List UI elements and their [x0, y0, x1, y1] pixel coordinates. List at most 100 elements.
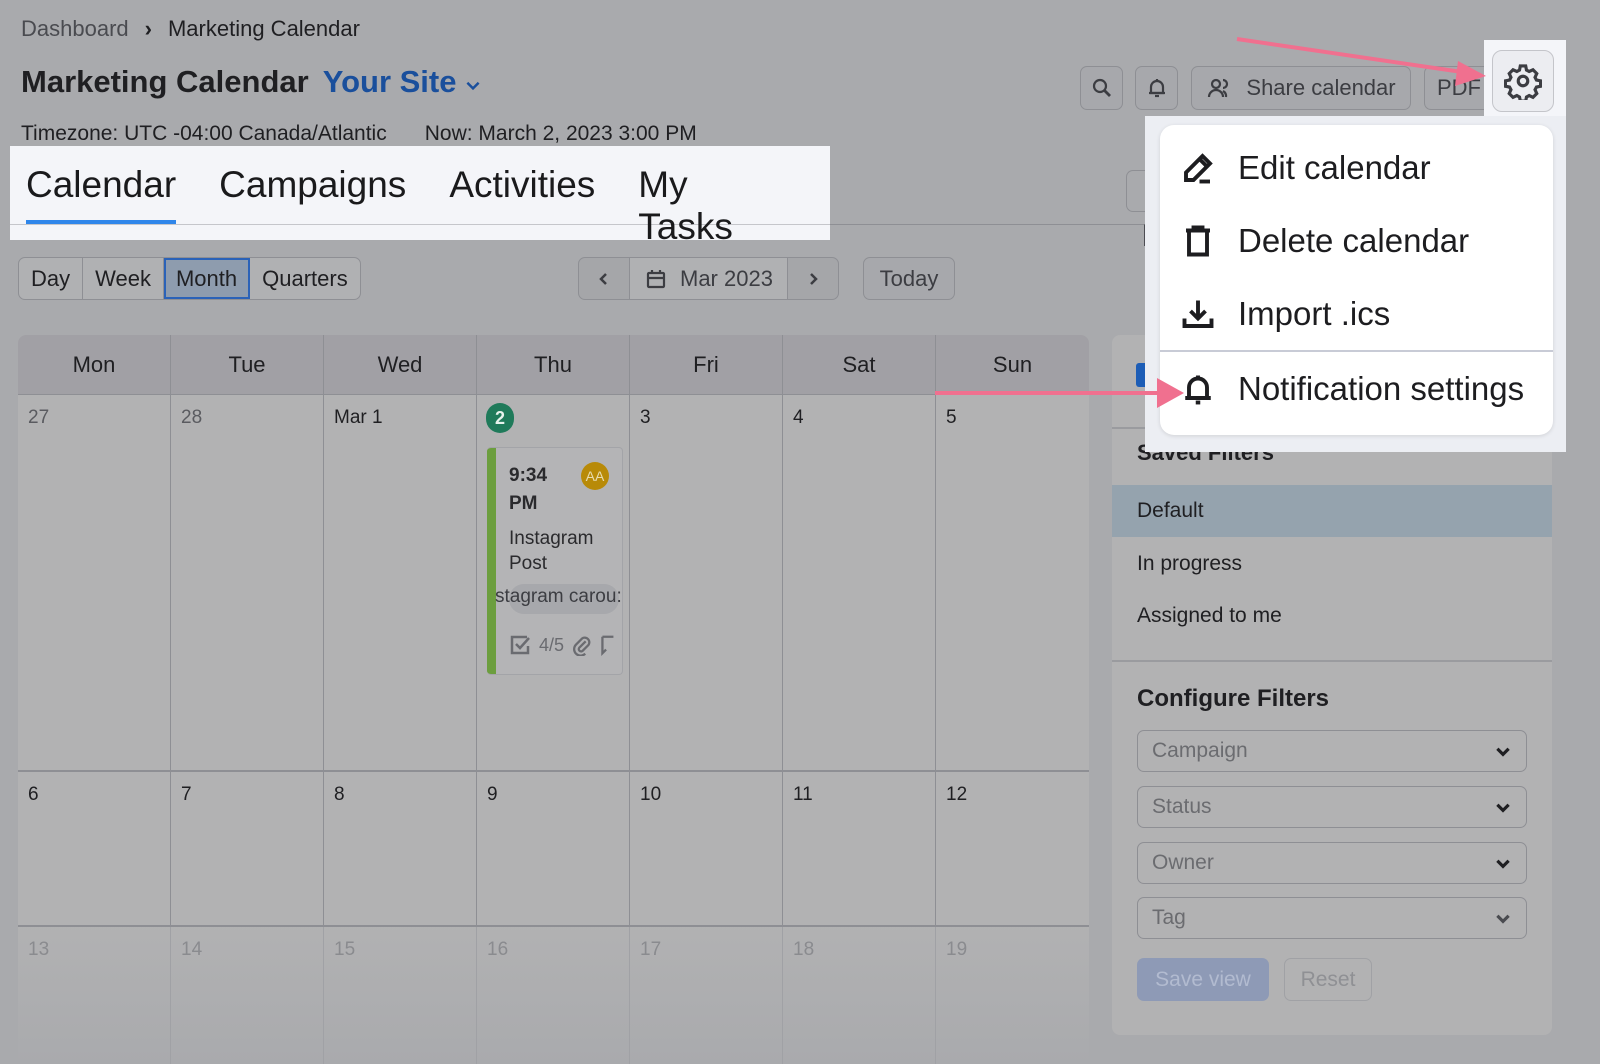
calendar-day[interactable]: 8 [324, 772, 477, 925]
notifications-button[interactable] [1135, 66, 1178, 110]
status-filter-select[interactable]: Status [1137, 786, 1527, 828]
campaign-filter-select[interactable]: Campaign [1137, 730, 1527, 772]
search-icon [1092, 78, 1111, 97]
calendar-day[interactable]: 9 [477, 772, 630, 925]
calendar-day[interactable]: 27 [18, 395, 171, 770]
weekday-fri: Fri [630, 335, 783, 394]
saved-filter-in-progress[interactable]: In progress [1112, 538, 1552, 590]
share-calendar-label: Share calendar [1246, 75, 1396, 100]
day-number: 17 [640, 939, 662, 960]
day-number: 13 [28, 939, 50, 960]
tab-calendar[interactable]: Calendar [26, 146, 177, 224]
settings-button[interactable] [1492, 50, 1554, 112]
current-month-label: Mar 2023 [680, 265, 773, 291]
now-text: Now: March 2, 2023 3:00 PM [424, 122, 697, 145]
saved-filter-assigned-to-me[interactable]: Assigned to me [1112, 590, 1552, 642]
tab-activities[interactable]: Activities [449, 146, 595, 224]
day-number: 9 [487, 784, 498, 805]
calendar-day[interactable]: 13 [18, 927, 171, 1064]
weekday-mon: Mon [18, 335, 171, 394]
calendar-day[interactable]: 17 [630, 927, 783, 1064]
site-selector-label: Your Site [322, 64, 457, 99]
today-badge: 2 [486, 403, 514, 433]
calendar-day[interactable]: 28 [171, 395, 324, 770]
menu-item-label: Delete calendar [1238, 221, 1470, 259]
title-row: Marketing Calendar Your Site [21, 64, 482, 100]
calendar-day[interactable]: 4 [783, 395, 936, 770]
view-month[interactable]: Month [163, 258, 251, 299]
download-icon [1182, 300, 1214, 328]
menu-item-delete-calendar[interactable]: Delete calendar [1160, 204, 1553, 277]
share-calendar-button[interactable]: Share calendar [1191, 66, 1411, 110]
tabs-divider [830, 224, 1150, 225]
menu-item-edit-calendar[interactable]: Edit calendar [1160, 131, 1553, 204]
tab-campaigns[interactable]: Campaigns [219, 146, 406, 224]
calendar-day[interactable]: 14 [171, 927, 324, 1064]
calendar-day[interactable]: 12 [936, 772, 1089, 925]
calendar-day[interactable]: 10 [630, 772, 783, 925]
day-number: 11 [793, 784, 813, 805]
reset-button[interactable]: Reset [1284, 958, 1372, 1001]
tag-filter-select[interactable]: Tag [1137, 897, 1527, 939]
weekday-tue: Tue [171, 335, 324, 394]
weekday-header: Mon Tue Wed Thu Fri Sat Sun [18, 335, 1089, 395]
calendar-icon [646, 269, 666, 288]
calendar-day[interactable]: 3 [630, 395, 783, 770]
next-month-button[interactable] [788, 258, 838, 299]
breadcrumb-current: Marketing Calendar [167, 16, 360, 41]
owner-filter-select[interactable]: Owner [1137, 842, 1527, 884]
configure-filters-title: Configure Filters [1137, 685, 1330, 712]
menu-item-import-ics[interactable]: Import .ics [1160, 277, 1553, 350]
day-number: 3 [640, 407, 651, 428]
calendar-day[interactable]: 6 [18, 772, 171, 925]
site-selector[interactable]: Your Site [323, 64, 483, 100]
calendar-day[interactable]: 5 [936, 395, 1089, 770]
calendar-day[interactable]: 11 [783, 772, 936, 925]
event-time: 9:34 PM [509, 465, 548, 514]
calendar-day[interactable]: Mar 1 [324, 395, 477, 770]
status-filter-placeholder: Status [1152, 795, 1212, 818]
tab-my-tasks[interactable]: My Tasks [638, 146, 787, 247]
day-number: 4 [793, 407, 804, 428]
chevron-down-icon [1496, 859, 1510, 869]
section-divider [1112, 660, 1552, 662]
menu-item-notification-settings[interactable]: Notification settings [1160, 352, 1553, 425]
owner-filter-placeholder: Owner [1152, 851, 1214, 874]
calendar-day[interactable]: 7 [171, 772, 324, 925]
calendar-day[interactable]: 19 [936, 927, 1089, 1064]
weekday-wed: Wed [324, 335, 477, 394]
today-button[interactable]: Today [863, 257, 955, 300]
comment-icon [601, 635, 614, 656]
chevron-down-icon [466, 81, 480, 91]
chevron-down-icon [1496, 747, 1510, 757]
view-week[interactable]: Week [83, 258, 164, 299]
day-number: 27 [28, 407, 50, 428]
month-picker[interactable]: Mar 2023 [629, 258, 788, 299]
chevron-down-icon [1496, 803, 1510, 813]
event-card[interactable]: 9:34 PM AA Instagram Post stagram carou:… [487, 447, 623, 675]
weekday-thu: Thu [477, 335, 630, 394]
day-number: 5 [946, 407, 957, 428]
chevron-right-icon [810, 272, 818, 285]
calendar-day[interactable]: 18 [783, 927, 936, 1064]
save-view-button[interactable]: Save view [1137, 958, 1269, 1001]
day-number: 18 [793, 939, 815, 960]
prev-month-button[interactable] [579, 258, 629, 299]
campaign-filter-placeholder: Campaign [1152, 739, 1248, 762]
meta-row: Timezone: UTC -04:00 Canada/Atlantic Now… [21, 122, 697, 146]
chevron-left-icon [599, 272, 607, 285]
calendar-day[interactable]: 15 [324, 927, 477, 1064]
search-button[interactable] [1080, 66, 1123, 110]
view-quarters[interactable]: Quarters [250, 258, 360, 299]
saved-filter-default[interactable]: Default [1112, 485, 1552, 537]
weekday-sat: Sat [783, 335, 936, 394]
event-color-bar [487, 448, 496, 674]
attachment-icon [573, 636, 591, 656]
view-day[interactable]: Day [19, 258, 84, 299]
weekday-sun: Sun [992, 351, 1033, 377]
day-number: 6 [28, 784, 39, 805]
calendar-day[interactable]: 16 [477, 927, 630, 1064]
event-tag: stagram carou: [495, 584, 622, 614]
calendar-day-today[interactable]: 2 9:34 PM AA Instagram Post stagram caro… [477, 395, 630, 770]
breadcrumb-dashboard-link[interactable]: Dashboard [21, 16, 129, 42]
